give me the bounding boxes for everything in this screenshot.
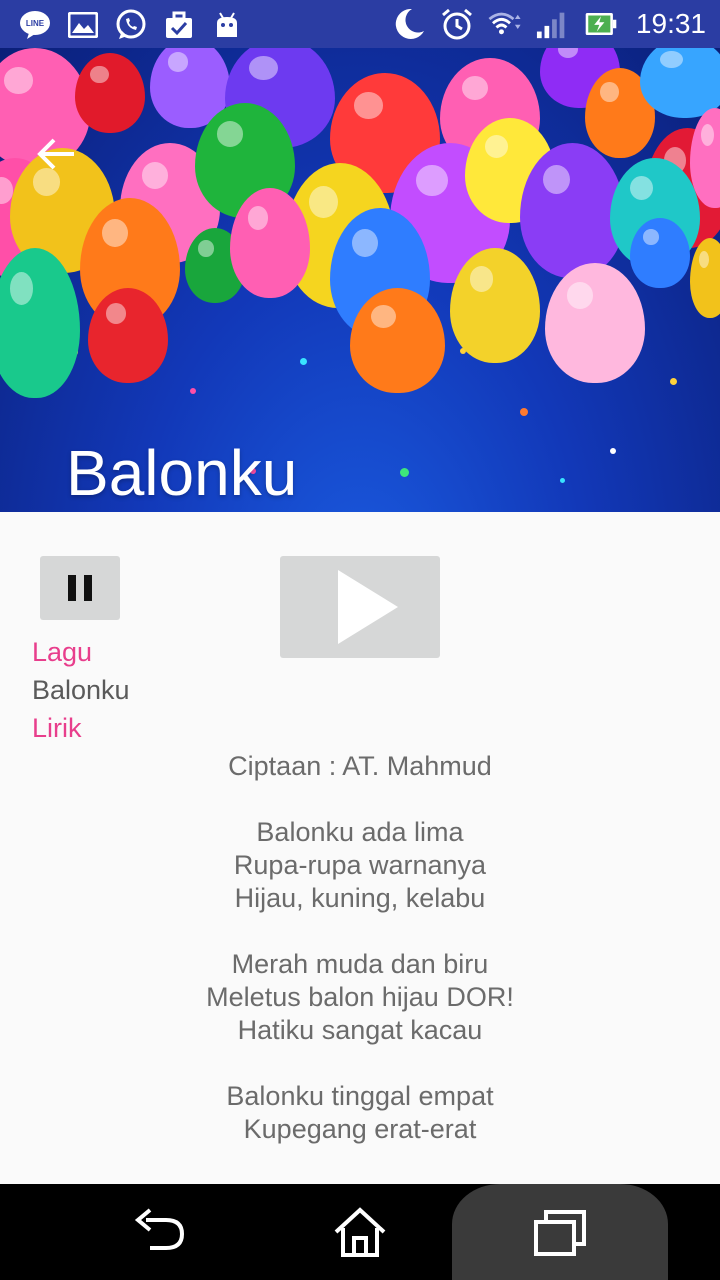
lyrics-text: Ciptaan : AT. Mahmud Balonku ada lima Ru…: [0, 750, 720, 1146]
moon-icon: [392, 7, 426, 41]
recents-icon: [534, 1210, 586, 1256]
battery-charging-icon: [584, 7, 618, 41]
nav-back-icon: [134, 1208, 185, 1250]
pause-icon: [68, 575, 92, 601]
home-icon: [334, 1207, 386, 1257]
back-button[interactable]: [34, 132, 78, 176]
page-title: Balonku: [66, 437, 298, 509]
svg-text:LINE: LINE: [26, 19, 45, 28]
lyric-line: Meletus balon hijau DOR!: [206, 982, 514, 1012]
play-button[interactable]: [280, 556, 440, 658]
lyric-line: Kupegang erat-erat: [243, 1114, 477, 1144]
lyric-line: Rupa-rupa warnanya: [233, 850, 487, 880]
briefcase-check-icon: [162, 8, 196, 42]
wifi-icon: [488, 7, 522, 41]
lyric-line: Hijau, kuning, kelabu: [234, 883, 486, 913]
nav-back-button[interactable]: [132, 1206, 188, 1258]
arrow-back-icon: [37, 138, 74, 170]
play-icon: [338, 570, 398, 644]
alarm-icon: [440, 7, 474, 41]
lagu-value: Balonku: [32, 675, 130, 705]
signal-icon: [536, 7, 570, 41]
line-icon: LINE: [18, 8, 52, 42]
android-icon: [210, 8, 244, 42]
lagu-label: Lagu: [32, 637, 93, 667]
lirik-label: Lirik: [32, 713, 82, 743]
status-bar: LINE 19:31: [0, 0, 720, 48]
pause-button[interactable]: [40, 556, 120, 620]
composer-line: Ciptaan : AT. Mahmud: [228, 751, 492, 781]
lyric-line: Balonku ada lima: [256, 817, 464, 847]
lyric-line: Balonku tinggal empat: [226, 1081, 494, 1111]
lyric-line: Hatiku sangat kacau: [237, 1015, 483, 1045]
lyric-line: Merah muda dan biru: [231, 949, 489, 979]
recents-button[interactable]: [532, 1206, 588, 1258]
gallery-icon: [66, 8, 100, 42]
home-button[interactable]: [332, 1206, 388, 1258]
navigation-bar: [0, 1184, 720, 1280]
header-image: Balonku: [0, 48, 720, 512]
whatsapp-icon: [114, 8, 148, 42]
clock: 19:31: [635, 8, 706, 39]
